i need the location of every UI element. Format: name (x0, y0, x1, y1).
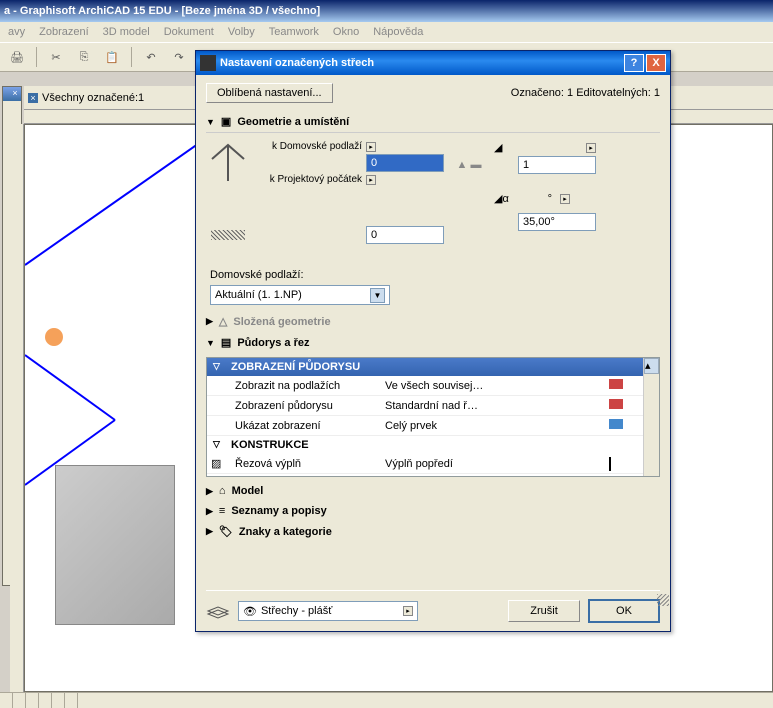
undo-icon[interactable]: ↶ (140, 46, 162, 68)
label: Domovské podlaží: (210, 269, 656, 281)
list-row[interactable]: Zobrazení půdorysu Standardní nad ř… (207, 396, 643, 416)
window-title: a - Graphisoft ArchiCAD 15 EDU - [Beze j… (4, 5, 320, 17)
collapse-icon: ▽ (213, 361, 220, 372)
ruler-vertical (10, 124, 24, 692)
expand-icon: ▶ (206, 316, 213, 327)
stepper-icon[interactable]: ▸ (586, 143, 596, 153)
collapse-icon: ▽ (213, 439, 220, 450)
story-icon[interactable] (609, 379, 623, 389)
window-titlebar: a - Graphisoft ArchiCAD 15 EDU - [Beze j… (0, 0, 773, 22)
roof-elevation-icon (210, 139, 246, 187)
cut-icon[interactable]: ✂ (45, 46, 67, 68)
label: k Projektový počátek (252, 174, 362, 185)
roof-settings-dialog: Nastavení označených střech ? X Oblíbená… (195, 50, 671, 632)
pitch-icon: ◢ (494, 141, 514, 154)
menubar[interactable]: avy Zobrazení 3D model Dokument Volby Te… (0, 22, 773, 42)
section-signs[interactable]: ▶ 🏷 Znaky a kategorie (206, 521, 660, 542)
home-story-dropdown[interactable]: Aktuální (1. 1.NP) ▼ (210, 285, 390, 305)
list-row[interactable]: Ukázat zobrazení Celý prvek (207, 416, 643, 436)
section-model[interactable]: ▶ ⌂ Model (206, 481, 660, 501)
angle-icon: ◢α (494, 192, 514, 205)
statusbar (0, 692, 773, 708)
copy-icon[interactable]: ⎘ (73, 46, 95, 68)
close-button[interactable]: X (646, 54, 666, 72)
vertex-marker[interactable] (45, 328, 63, 346)
menu-item[interactable]: 3D model (103, 26, 150, 38)
scrollbar[interactable]: ▴ (643, 358, 659, 476)
selection-status: Označeno: 1 Editovatelných: 1 (511, 87, 660, 99)
expand-icon: ▶ (206, 506, 213, 517)
color-swatch[interactable] (609, 457, 611, 471)
properties-list[interactable]: ▽ ZOBRAZENÍ PŮDORYSU Zobrazit na podlaží… (206, 357, 660, 477)
cancel-button[interactable]: Zrušit (508, 600, 580, 622)
close-icon[interactable]: × (28, 93, 38, 103)
help-button[interactable]: ? (624, 54, 644, 72)
print-icon[interactable]: 🖨 (6, 46, 28, 68)
eye-icon: 👁 (243, 605, 257, 618)
menu-item[interactable]: Dokument (164, 26, 214, 38)
dialog-titlebar[interactable]: Nastavení označených střech ? X (196, 51, 670, 75)
angle-input[interactable] (518, 213, 596, 231)
paste-icon[interactable]: 📋 (101, 46, 123, 68)
layer-dropdown[interactable]: 👁Střechy - plášť ▸ (238, 601, 418, 621)
display-icon[interactable] (609, 399, 623, 409)
scroll-up-icon[interactable]: ▴ (644, 358, 659, 374)
stepper-icon[interactable]: ▸ (560, 194, 570, 204)
3d-object[interactable] (55, 465, 175, 625)
menu-item[interactable]: Teamwork (269, 26, 319, 38)
list-group-header[interactable]: ▽ ZOBRAZENÍ PŮDORYSU (207, 358, 643, 376)
menu-item[interactable]: Okno (333, 26, 359, 38)
ok-button[interactable]: OK (588, 599, 660, 623)
favorites-button[interactable]: Oblíbená nastavení... (206, 83, 333, 103)
compound-icon: △ (219, 315, 227, 328)
section-geometry[interactable]: ▼ ▣ Geometrie a umístění (206, 111, 660, 132)
app-icon (200, 55, 216, 71)
pitch-input[interactable] (518, 156, 596, 174)
menu-item[interactable]: Zobrazení (39, 26, 89, 38)
expand-icon: ▶ (206, 486, 213, 497)
close-icon[interactable]: × (10, 88, 20, 98)
resize-grip[interactable] (657, 594, 669, 606)
list-row[interactable]: ▨ Řezová výplň Výplň popředí (207, 454, 643, 474)
menu-item[interactable]: Volby (228, 26, 255, 38)
home-offset-input[interactable] (366, 154, 444, 172)
geometry-icon: ▣ (221, 115, 231, 128)
section-compound[interactable]: ▶ △ Složená geometrie (206, 311, 660, 332)
layer-icon (206, 603, 230, 619)
dialog-title: Nastavení označených střech (220, 57, 374, 69)
list-group-header[interactable]: ▽ KONSTRUKCE (207, 436, 643, 454)
menu-item[interactable]: Nápověda (373, 26, 423, 38)
redo-icon[interactable]: ↷ (168, 46, 190, 68)
model-icon: ⌂ (219, 485, 226, 497)
list-row[interactable]: Zobrazit na podlažích Ve všech souvisej… (207, 376, 643, 396)
view-icon[interactable] (609, 419, 623, 429)
collapse-icon: ▼ (206, 117, 215, 127)
plan-icon: ▤ (221, 336, 231, 349)
link-icon[interactable]: ▸ (366, 175, 376, 185)
tag-icon: 🏷 (219, 525, 233, 538)
label: k Domovské podlaží (252, 141, 362, 152)
link-icon[interactable]: ▸ (366, 142, 376, 152)
shape-icon[interactable]: ▲ ▬ (457, 159, 482, 171)
section-lists[interactable]: ▶ ≡ Seznamy a popisy (206, 501, 660, 521)
chevron-right-icon: ▸ (403, 606, 413, 616)
section-plan[interactable]: ▼ ▤ Půdorys a řez (206, 332, 660, 353)
fill-icon: ▨ (211, 458, 221, 470)
selection-count: Všechny označené:1 (42, 92, 144, 104)
menu-item[interactable]: avy (8, 26, 25, 38)
origin-offset-input[interactable] (366, 226, 444, 244)
collapse-icon: ▼ (206, 338, 215, 348)
expand-icon: ▶ (206, 526, 213, 537)
base-icon (210, 211, 246, 259)
list-icon: ≡ (219, 505, 225, 517)
chevron-down-icon: ▼ (370, 288, 385, 303)
